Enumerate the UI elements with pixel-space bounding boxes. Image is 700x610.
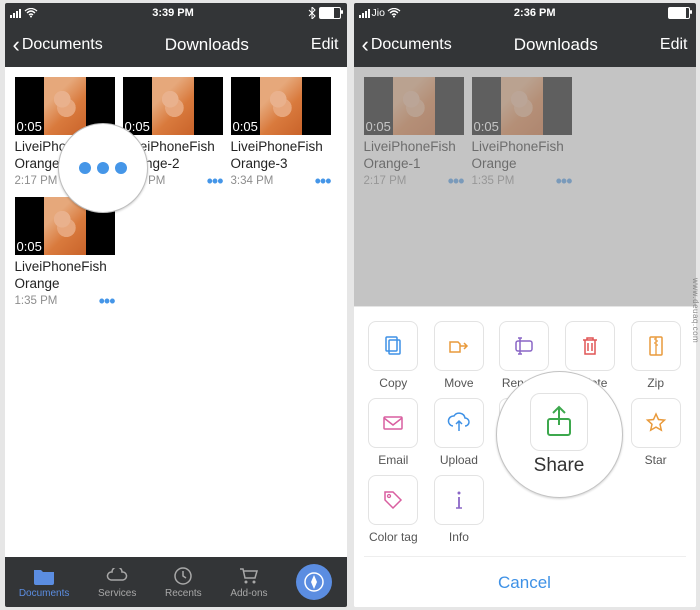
action-move[interactable]: Move [429, 321, 489, 390]
status-bar: Jio 2:36 PM [354, 3, 696, 23]
copy-icon [381, 334, 405, 358]
share-label: Share [534, 455, 585, 477]
chevron-left-icon: ‹ [362, 34, 369, 56]
status-time: 2:36 PM [514, 7, 556, 19]
tab-label: Recents [165, 588, 202, 599]
action-info[interactable]: Info [429, 475, 489, 544]
action-label: Move [444, 376, 473, 390]
file-thumbnail: 0:05 [231, 77, 331, 135]
cancel-button[interactable]: Cancel [364, 556, 686, 607]
action-email[interactable]: Email [364, 398, 424, 467]
tag-icon [381, 488, 405, 512]
video-duration: 0:05 [17, 239, 42, 254]
file-thumbnail: 0:05 [123, 77, 223, 135]
back-button[interactable]: ‹ Documents [13, 34, 103, 56]
action-upload[interactable]: Upload [429, 398, 489, 467]
bluetooth-icon [308, 7, 316, 19]
battery-icon [319, 7, 341, 19]
status-time: 3:39 PM [152, 7, 194, 19]
signal-icon [10, 9, 21, 18]
phone-right: Jio 2:36 PM ‹ Documents Downloads Edit 0… [354, 3, 696, 607]
back-label: Documents [371, 36, 452, 54]
edit-button[interactable]: Edit [311, 36, 339, 54]
action-label: Copy [379, 376, 407, 390]
tab-addons[interactable]: Add-ons [230, 565, 267, 599]
action-label: Zip [647, 376, 664, 390]
page-title: Downloads [165, 35, 249, 55]
compass-button[interactable] [296, 564, 332, 600]
tab-documents[interactable]: Documents [19, 565, 70, 599]
file-more-button[interactable]: ••• [207, 178, 223, 184]
video-duration: 0:05 [17, 119, 42, 134]
modal-backdrop[interactable] [354, 67, 696, 317]
tab-services[interactable]: Services [98, 565, 136, 599]
nav-bar: ‹ Documents Downloads Edit [354, 23, 696, 67]
file-time: 1:35 PM [15, 295, 58, 307]
rename-icon [512, 334, 536, 358]
signal-icon [359, 9, 370, 18]
page-title: Downloads [514, 35, 598, 55]
action-copy[interactable]: Copy [364, 321, 424, 390]
file-name: LiveiPhoneFishOrange-3 [231, 139, 331, 173]
share-tile [530, 393, 588, 451]
battery-icon [668, 7, 690, 19]
carrier-label: Jio [372, 7, 385, 19]
status-bar: 3:39 PM [5, 3, 347, 23]
cart-icon [237, 565, 261, 587]
tab-label: Services [98, 588, 136, 599]
wifi-icon [24, 8, 38, 18]
edit-button[interactable]: Edit [660, 36, 688, 54]
compass-icon [304, 572, 324, 592]
action-label: Color tag [369, 530, 418, 544]
action-label: Info [449, 530, 469, 544]
tab-label: Add-ons [230, 588, 267, 599]
folder-icon [32, 565, 56, 587]
action-label: Upload [440, 453, 478, 467]
file-grid: 0:05 LiveiPhoneFishOrange-1 2:17 PM ••• … [5, 67, 347, 317]
upload-icon [447, 411, 471, 435]
action-label: Star [645, 453, 667, 467]
zoom-callout-share: Share [496, 371, 623, 498]
star-icon [644, 411, 668, 435]
move-icon [447, 334, 471, 358]
file-card[interactable]: 0:05 LiveiPhoneFishOrange-3 3:34 PM ••• [231, 77, 331, 187]
email-icon [381, 411, 405, 435]
action-colortag[interactable]: Color tag [364, 475, 424, 544]
file-name: LiveiPhoneFishOrange [15, 259, 115, 293]
back-button[interactable]: ‹ Documents [362, 34, 452, 56]
action-star[interactable]: Star [626, 398, 686, 467]
share-icon [542, 405, 576, 439]
action-label: Email [378, 453, 408, 467]
clock-icon [171, 565, 195, 587]
nav-bar: ‹ Documents Downloads Edit [5, 23, 347, 67]
zoom-callout-dots [58, 123, 148, 213]
trash-icon [578, 334, 602, 358]
watermark: www.deuaq.com [691, 278, 700, 343]
wifi-icon [387, 8, 401, 18]
info-icon [447, 488, 471, 512]
cloud-icon [105, 565, 129, 587]
file-more-button[interactable]: ••• [315, 178, 331, 184]
tab-recents[interactable]: Recents [165, 565, 202, 599]
video-duration: 0:05 [233, 119, 258, 134]
back-label: Documents [22, 36, 103, 54]
file-time: 2:17 PM [15, 175, 58, 187]
phone-left: 3:39 PM ‹ Documents Downloads Edit 0:05 … [5, 3, 347, 607]
file-card[interactable]: 0:05 LiveiPhoneFishOrange 1:35 PM ••• [15, 197, 115, 307]
file-time: 3:34 PM [231, 175, 274, 187]
zip-icon [644, 334, 668, 358]
bottom-tab-bar: Documents Services Recents Add-ons [5, 557, 347, 607]
action-zip[interactable]: Zip [626, 321, 686, 390]
tab-label: Documents [19, 588, 70, 599]
chevron-left-icon: ‹ [13, 34, 20, 56]
file-more-button[interactable]: ••• [99, 298, 115, 304]
